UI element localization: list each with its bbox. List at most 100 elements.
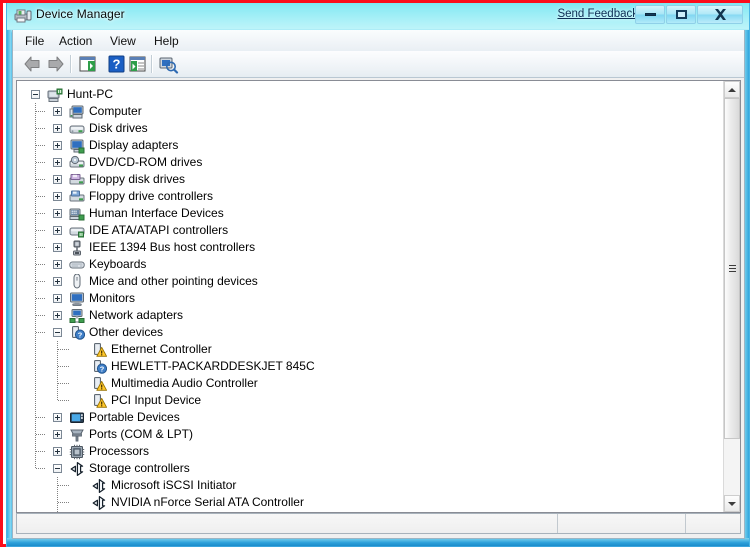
tree-node[interactable]: IDE ATA/ATAPI controllers xyxy=(69,222,228,239)
tree-expander-collapsed[interactable] xyxy=(53,447,62,456)
hid-icon xyxy=(69,208,85,220)
tree-expander-expanded[interactable] xyxy=(53,464,62,473)
close-button[interactable] xyxy=(697,5,743,24)
menu-file[interactable]: File xyxy=(19,33,50,49)
tree-node-label: NVIDIA nForce Serial ATA Controller xyxy=(111,511,304,512)
device-manager-icon xyxy=(14,9,32,23)
tree-node-label: Multimedia Audio Controller xyxy=(111,376,258,390)
unknown-device-warning-icon xyxy=(94,342,107,357)
tree-node[interactable]: Multimedia Audio Controller xyxy=(91,375,258,392)
menu-action[interactable]: Action xyxy=(53,33,98,49)
show-hide-console-tree-button[interactable] xyxy=(77,54,98,74)
scroll-down-button[interactable] xyxy=(724,495,740,512)
tree-node[interactable]: Display adapters xyxy=(69,137,178,154)
tree-expander-collapsed[interactable] xyxy=(53,294,62,303)
tree-node[interactable]: Floppy drive controllers xyxy=(69,188,213,205)
window-frame-left xyxy=(7,30,11,546)
properties-button[interactable] xyxy=(127,54,148,74)
tree-expander-collapsed[interactable] xyxy=(53,124,62,133)
tree-guide-line xyxy=(58,349,70,350)
scroll-up-button[interactable] xyxy=(724,81,740,98)
tree-node[interactable]: DVD/CD-ROM drives xyxy=(69,154,202,171)
tree-expander-collapsed[interactable] xyxy=(53,158,62,167)
scan-hardware-changes-button[interactable] xyxy=(158,54,179,74)
tree-guide-line xyxy=(36,196,46,197)
tree-node[interactable]: Floppy disk drives xyxy=(69,171,185,188)
tree-expander-collapsed[interactable] xyxy=(53,107,62,116)
tree-expander-collapsed[interactable] xyxy=(53,413,62,422)
menu-help[interactable]: Help xyxy=(148,33,185,49)
tree-expander-collapsed[interactable] xyxy=(53,277,62,286)
tree-node[interactable]: IEEE 1394 Bus host controllers xyxy=(69,239,255,256)
vertical-scrollbar[interactable] xyxy=(723,81,740,512)
minimize-button[interactable] xyxy=(635,5,665,24)
menu-bar: File Action View Help xyxy=(13,30,744,52)
svg-text:?: ? xyxy=(113,57,121,72)
tree-node[interactable]: Monitors xyxy=(69,290,135,307)
tree-root-node[interactable]: Hunt-PC xyxy=(47,86,113,103)
tree-node-label: Other devices xyxy=(89,325,164,339)
help-button[interactable]: ? xyxy=(106,54,127,74)
tree-guide-line xyxy=(36,332,46,333)
tree-guide-line xyxy=(36,298,46,299)
menu-view[interactable]: View xyxy=(104,33,142,49)
scrollbar-thumb[interactable] xyxy=(724,98,740,440)
tree-node[interactable]: Portable Devices xyxy=(69,409,180,426)
storage-controller-icon xyxy=(70,461,84,476)
tree-node[interactable]: Ethernet Controller xyxy=(91,341,212,358)
tree-guide-line xyxy=(36,434,46,435)
tree-guide-line xyxy=(36,128,46,129)
tree-node-label: Microsoft iSCSI Initiator xyxy=(111,478,237,492)
floppy-controller-icon xyxy=(69,190,85,201)
computer-root-icon xyxy=(47,88,63,102)
tree-expander-collapsed[interactable] xyxy=(53,260,62,269)
tree-node[interactable]: PCI Input Device xyxy=(91,392,201,409)
tree-guide-line xyxy=(36,213,46,214)
monitor-icon xyxy=(70,292,84,306)
tree-expander-collapsed[interactable] xyxy=(53,209,62,218)
tree-node-label: Computer xyxy=(89,104,142,118)
client-area: File Action View Help ? Hunt-PC Computer… xyxy=(12,30,745,539)
tree-node[interactable]: ? Other devices xyxy=(69,324,163,341)
tree-expander-collapsed[interactable] xyxy=(53,243,62,252)
annotation-border: Device Manager Send Feedback File Action… xyxy=(0,0,750,547)
storage-controller-icon xyxy=(91,512,107,513)
scrollbar-track[interactable] xyxy=(724,98,740,495)
tree-node[interactable]: Microsoft iSCSI Initiator xyxy=(91,477,236,494)
tree-node[interactable]: Ports (COM & LPT) xyxy=(69,426,193,443)
tree-node[interactable]: Mice and other pointing devices xyxy=(69,273,258,290)
tree-node-label: DVD/CD-ROM drives xyxy=(89,155,203,169)
unknown-device-warning-icon xyxy=(94,376,107,391)
tree-guide-line xyxy=(58,400,70,401)
tree-node[interactable]: Disk drives xyxy=(69,120,148,137)
tree-node[interactable]: Computer xyxy=(69,103,142,120)
tree-expander-collapsed[interactable] xyxy=(53,192,62,201)
tree-node[interactable]: NVIDIA nForce Serial ATA Controller xyxy=(91,511,304,512)
tree-node[interactable]: Network adapters xyxy=(69,307,183,324)
device-tree-panel[interactable]: Hunt-PC Computer Disk drives Display adapte… xyxy=(16,80,741,513)
status-pane-3 xyxy=(686,514,740,533)
tree-node[interactable]: Storage controllers xyxy=(69,460,190,477)
tree-node[interactable]: ? HEWLETT-PACKARDDESKJET 845C xyxy=(91,358,315,375)
tree-node-label: Human Interface Devices xyxy=(89,206,224,220)
tree-node[interactable]: Human Interface Devices xyxy=(69,205,224,222)
tree-expander-expanded[interactable] xyxy=(31,90,40,99)
tree-expander-collapsed[interactable] xyxy=(53,141,62,150)
tree-expander-collapsed[interactable] xyxy=(53,226,62,235)
tree-expander-collapsed[interactable] xyxy=(53,311,62,320)
tree-node[interactable]: Keyboards xyxy=(69,256,146,273)
tree-node[interactable]: Processors xyxy=(69,443,149,460)
maximize-button[interactable] xyxy=(666,5,696,24)
send-feedback-link[interactable]: Send Feedback xyxy=(557,8,638,20)
svg-text:?: ? xyxy=(100,364,105,373)
forward-button[interactable] xyxy=(45,54,66,74)
portable-device-icon xyxy=(70,412,84,423)
tree-expander-collapsed[interactable] xyxy=(53,430,62,439)
tree-node[interactable]: NVIDIA nForce Serial ATA Controller xyxy=(91,494,304,511)
tree-guide-line xyxy=(57,341,58,401)
tree-guide-line xyxy=(35,103,36,469)
device-tree[interactable]: Hunt-PC Computer Disk drives Display adapte… xyxy=(17,81,724,512)
tree-expander-expanded[interactable] xyxy=(53,328,62,337)
back-button[interactable] xyxy=(22,54,43,74)
tree-expander-collapsed[interactable] xyxy=(53,175,62,184)
